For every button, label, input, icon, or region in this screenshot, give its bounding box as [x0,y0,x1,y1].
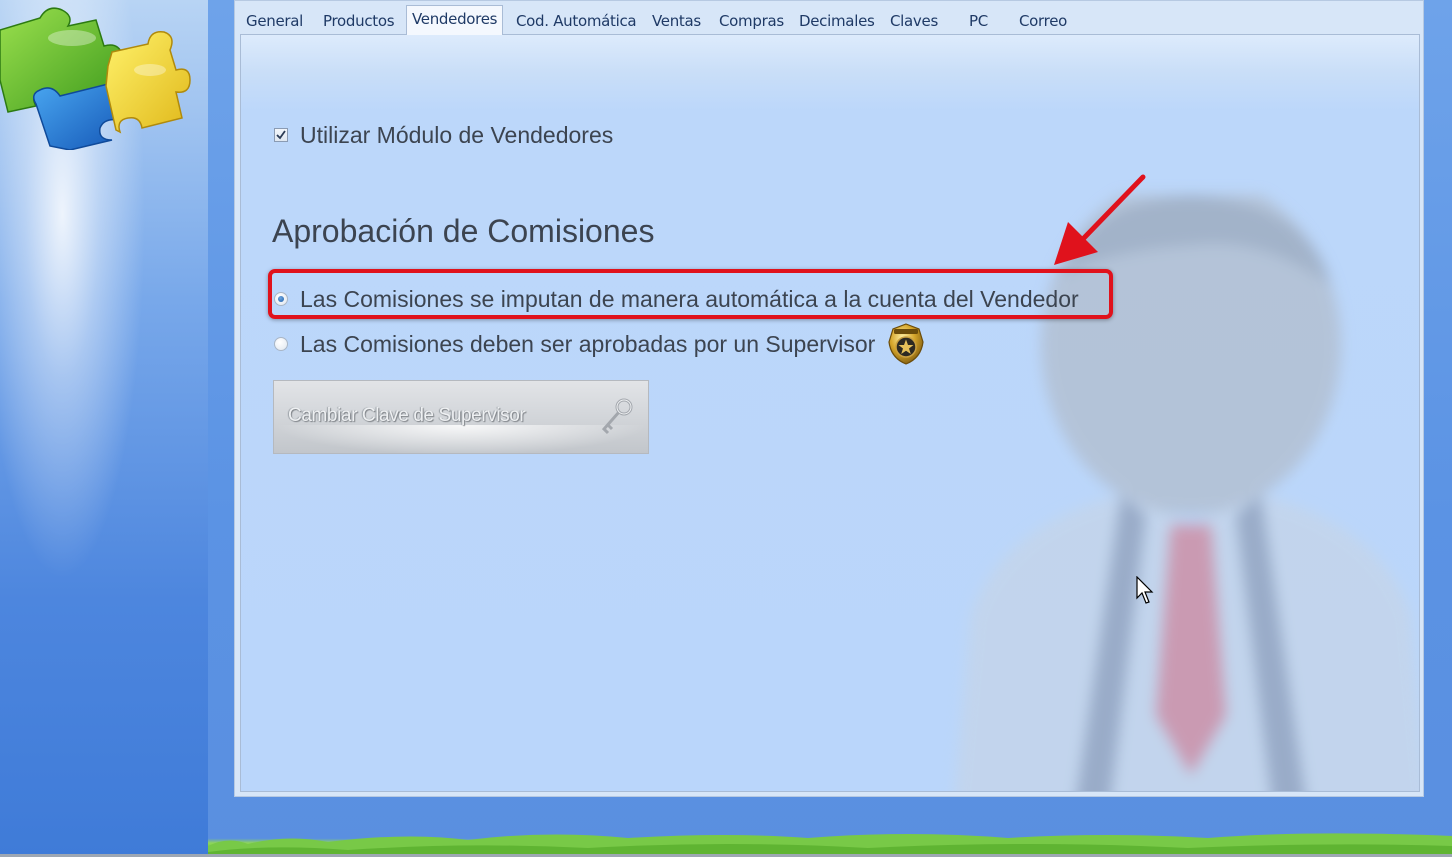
highlight-annotation [268,269,1113,319]
change-supervisor-password-button[interactable]: Cambiar Clave de Supervisor [273,380,649,454]
radio-label-supervisor: Las Comisiones deben ser aprobadas por u… [300,330,876,357]
tab-ventas[interactable]: Ventas [652,9,701,33]
puzzle-logo-icon [0,7,191,150]
left-sidebar [0,0,208,857]
tab-pc[interactable]: PC [969,9,988,33]
tab-cod-automatica[interactable]: Cod. Automática [516,9,637,33]
grass-blades-decoration [208,833,1452,857]
tab-general[interactable]: General [246,9,303,33]
application-window: General Productos Vendedores Cod. Automá… [0,0,1452,857]
radio-button-supervisor[interactable] [274,337,288,351]
vendedores-tab-content: Utilizar Módulo de Vendedores Aprobación… [240,34,1420,792]
tab-claves[interactable]: Claves [890,9,938,33]
arrow-annotation-icon [1054,174,1146,265]
security-badge-icon [888,323,924,365]
use-module-checkbox[interactable] [274,128,288,142]
radio-option-supervisor[interactable]: Las Comisiones deben ser aprobadas por u… [274,323,927,365]
tab-decimales[interactable]: Decimales [799,9,875,33]
use-module-label: Utilizar Módulo de Vendedores [300,121,614,148]
tab-productos[interactable]: Productos [323,9,395,33]
checkmark-icon [276,130,286,140]
tab-strip: General Productos Vendedores Cod. Automá… [241,5,1417,35]
key-icon [601,398,633,435]
change-supervisor-password-label: Cambiar Clave de Supervisor [288,405,526,426]
tab-correo[interactable]: Correo [1019,9,1067,33]
section-title: Aprobación de Comisiones [272,213,655,249]
use-module-row[interactable]: Utilizar Módulo de Vendedores [274,120,613,150]
tab-compras[interactable]: Compras [719,9,784,33]
mouse-cursor-icon [1136,576,1154,604]
settings-panel: General Productos Vendedores Cod. Automá… [234,0,1424,797]
tab-vendedores[interactable]: Vendedores [406,5,504,35]
